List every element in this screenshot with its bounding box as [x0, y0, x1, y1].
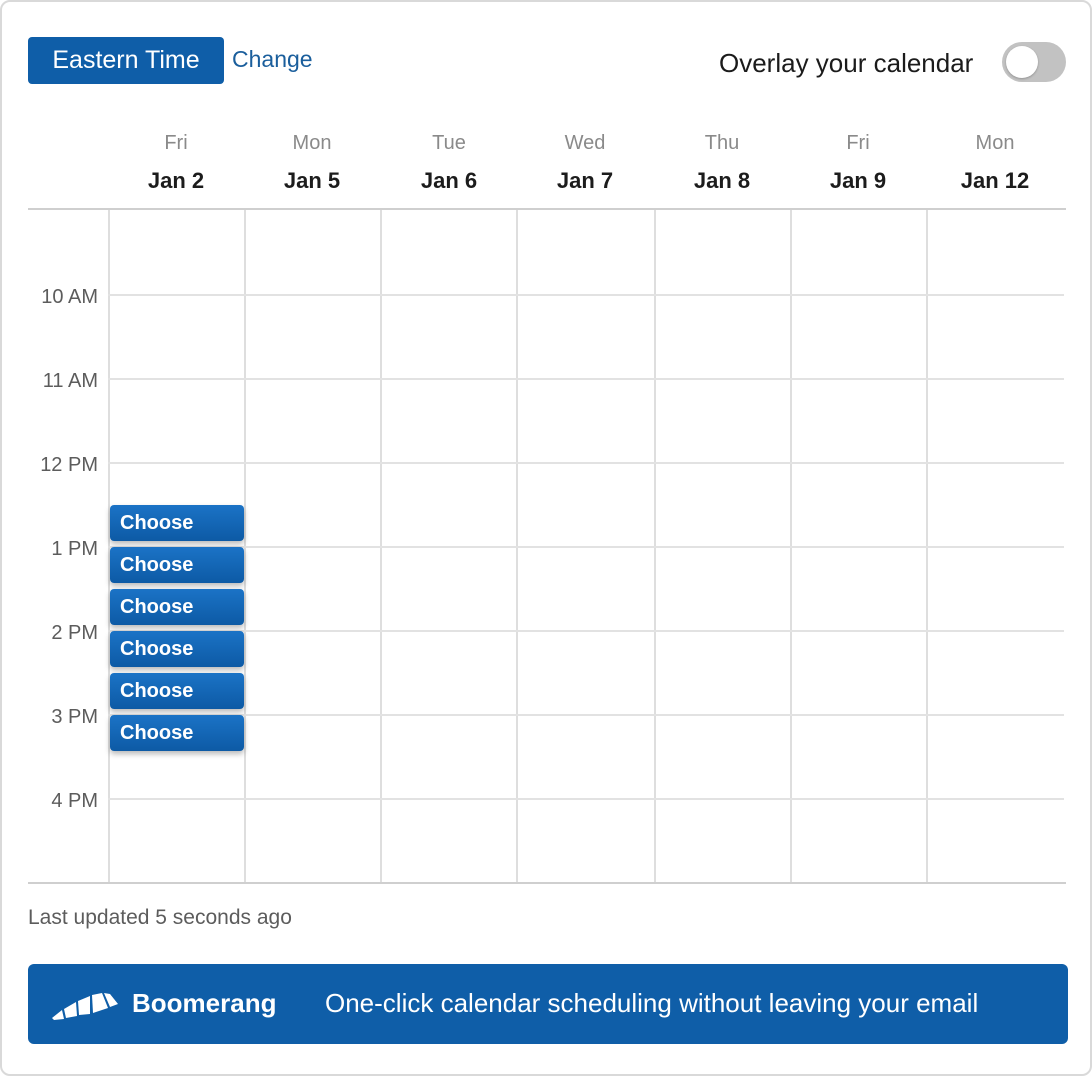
overlay-calendar-toggle[interactable] [1002, 42, 1066, 82]
hour-gridline [108, 798, 1064, 800]
brand-name: Boomerang [132, 988, 277, 1018]
day-header-jan-6: Tue Jan 6 [381, 130, 517, 194]
boomerang-promo-banner[interactable]: Boomerang One-click calendar scheduling … [28, 964, 1068, 1044]
time-label-11am: 11 AM [42, 370, 98, 392]
choose-slot-button[interactable]: Choose [110, 715, 244, 751]
hour-gridline [108, 462, 1064, 464]
day-header-jan-7: Wed Jan 7 [517, 130, 653, 194]
time-label-3pm: 3 PM [51, 706, 98, 728]
day-of-week: Wed [564, 132, 606, 154]
last-updated-text: Last updated 5 seconds ago [28, 906, 292, 929]
choose-slot-button[interactable]: Choose [110, 631, 244, 667]
day-date: Jan 5 [283, 168, 341, 193]
day-header-jan-8: Thu Jan 8 [654, 130, 790, 194]
overlay-calendar-label: Overlay your calendar [719, 48, 974, 78]
time-label-2pm: 2 PM [51, 622, 98, 644]
hour-gridline [108, 378, 1064, 380]
day-of-week: Thu [704, 132, 740, 154]
choose-slot-button[interactable]: Choose [110, 673, 244, 709]
choose-slot-button[interactable]: Choose [110, 589, 244, 625]
day-of-week: Fri [846, 132, 870, 154]
boomerang-logo-icon [52, 993, 118, 1020]
time-label-4pm: 4 PM [51, 790, 98, 812]
choose-slot-button[interactable]: Choose [110, 547, 244, 583]
hour-gridline [108, 294, 1064, 296]
day-header-jan-12: Mon Jan 12 [927, 130, 1063, 194]
day-header-jan-2: Fri Jan 2 [108, 130, 244, 194]
day-date: Jan 7 [556, 168, 614, 193]
grid-top-border [28, 208, 1066, 210]
hour-gridline [108, 714, 1064, 716]
day-date: Jan 2 [147, 168, 205, 193]
brand-tagline: One-click calendar scheduling without le… [325, 988, 979, 1018]
scheduler-panel: Eastern Time Change Overlay your calenda… [0, 0, 1092, 1076]
hour-gridline [108, 546, 1064, 548]
day-header-jan-9: Fri Jan 9 [790, 130, 926, 194]
time-label-12pm: 12 PM [40, 454, 98, 476]
day-of-week: Fri [164, 132, 188, 154]
day-of-week: Mon [975, 132, 1015, 154]
day-of-week: Mon [292, 132, 332, 154]
day-date: Jan 12 [960, 168, 1030, 193]
day-header-jan-5: Mon Jan 5 [244, 130, 380, 194]
change-timezone-link[interactable]: Change [232, 46, 313, 73]
day-date: Jan 6 [420, 168, 478, 193]
choose-slot-button[interactable]: Choose [110, 505, 244, 541]
day-date: Jan 9 [829, 168, 887, 193]
day-date: Jan 8 [693, 168, 751, 193]
time-label-1pm: 1 PM [51, 538, 98, 560]
toggle-knob [1006, 46, 1038, 78]
hour-gridline [108, 630, 1064, 632]
day-of-week: Tue [432, 132, 466, 154]
grid-bottom-border [28, 882, 1066, 884]
timezone-button[interactable]: Eastern Time [28, 37, 224, 84]
time-label-10am: 10 AM [41, 286, 98, 308]
